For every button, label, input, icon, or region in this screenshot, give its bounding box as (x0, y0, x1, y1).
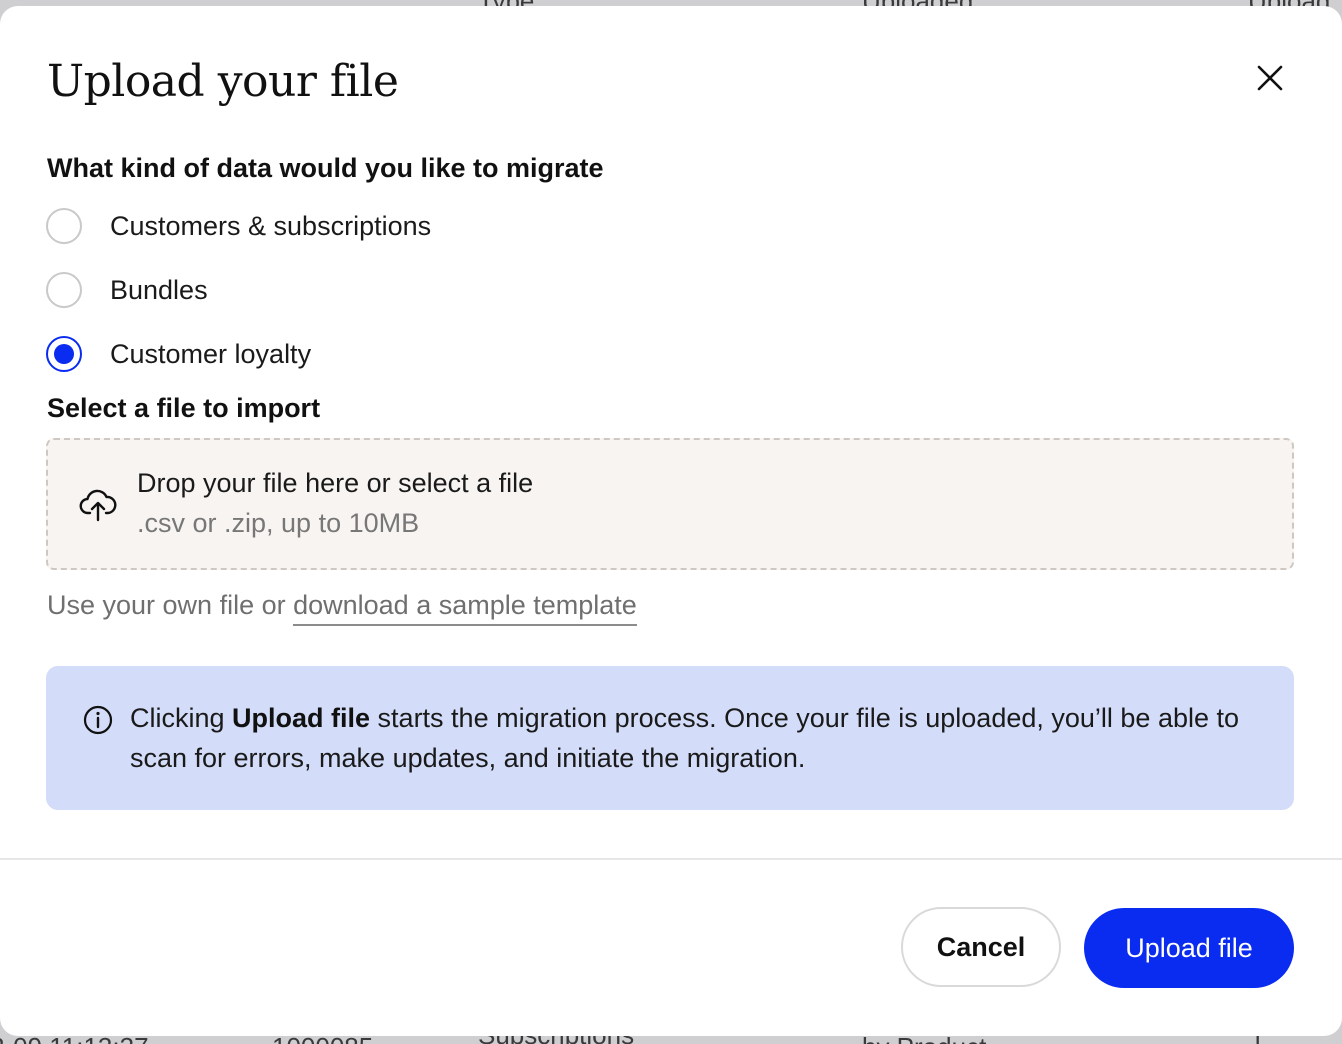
radio-button[interactable] (46, 208, 82, 244)
info-icon (83, 705, 113, 735)
radio-label: Customer loyalty (110, 338, 312, 369)
helper-prefix: Use your own file or (47, 590, 294, 620)
info-prefix: Clicking (130, 703, 233, 733)
info-bold-upload-file: Upload file (232, 703, 371, 733)
radio-label: Customers & subscriptions (110, 210, 432, 241)
file-dropzone[interactable]: Drop your file here or select a file .cs… (46, 438, 1294, 570)
radio-button[interactable] (46, 272, 82, 308)
upload-modal: Upload your file What kind of data would… (0, 6, 1342, 1036)
radio-bundles[interactable]: Bundles (46, 270, 208, 310)
close-button[interactable] (1248, 56, 1292, 100)
cancel-button[interactable]: Cancel (901, 907, 1061, 987)
dropzone-title: Drop your file here or select a file (137, 468, 534, 498)
close-icon (1257, 65, 1283, 91)
radio-customers-subscriptions[interactable]: Customers & subscriptions (46, 206, 431, 246)
cloud-upload-icon (79, 489, 117, 522)
download-template-link[interactable]: download a sample template (293, 590, 637, 626)
footer-divider (0, 858, 1342, 860)
info-message: Clicking Upload file starts the migratio… (130, 698, 1270, 778)
data-type-heading: What kind of data would you like to migr… (47, 153, 604, 183)
file-section-heading: Select a file to import (47, 393, 321, 423)
dropzone-file-types: .csv or .zip, up to 10MB (137, 508, 420, 538)
info-banner: Clicking Upload file starts the migratio… (46, 666, 1294, 810)
radio-button-selected[interactable] (46, 336, 82, 372)
radio-label: Bundles (110, 274, 208, 305)
template-helper-text: Use your own file or download a sample t… (47, 590, 637, 626)
radio-customer-loyalty[interactable]: Customer loyalty (46, 334, 311, 374)
radio-selected-dot (54, 344, 74, 364)
modal-title: Upload your file (47, 56, 399, 107)
upload-file-button[interactable]: Upload file (1084, 908, 1294, 988)
